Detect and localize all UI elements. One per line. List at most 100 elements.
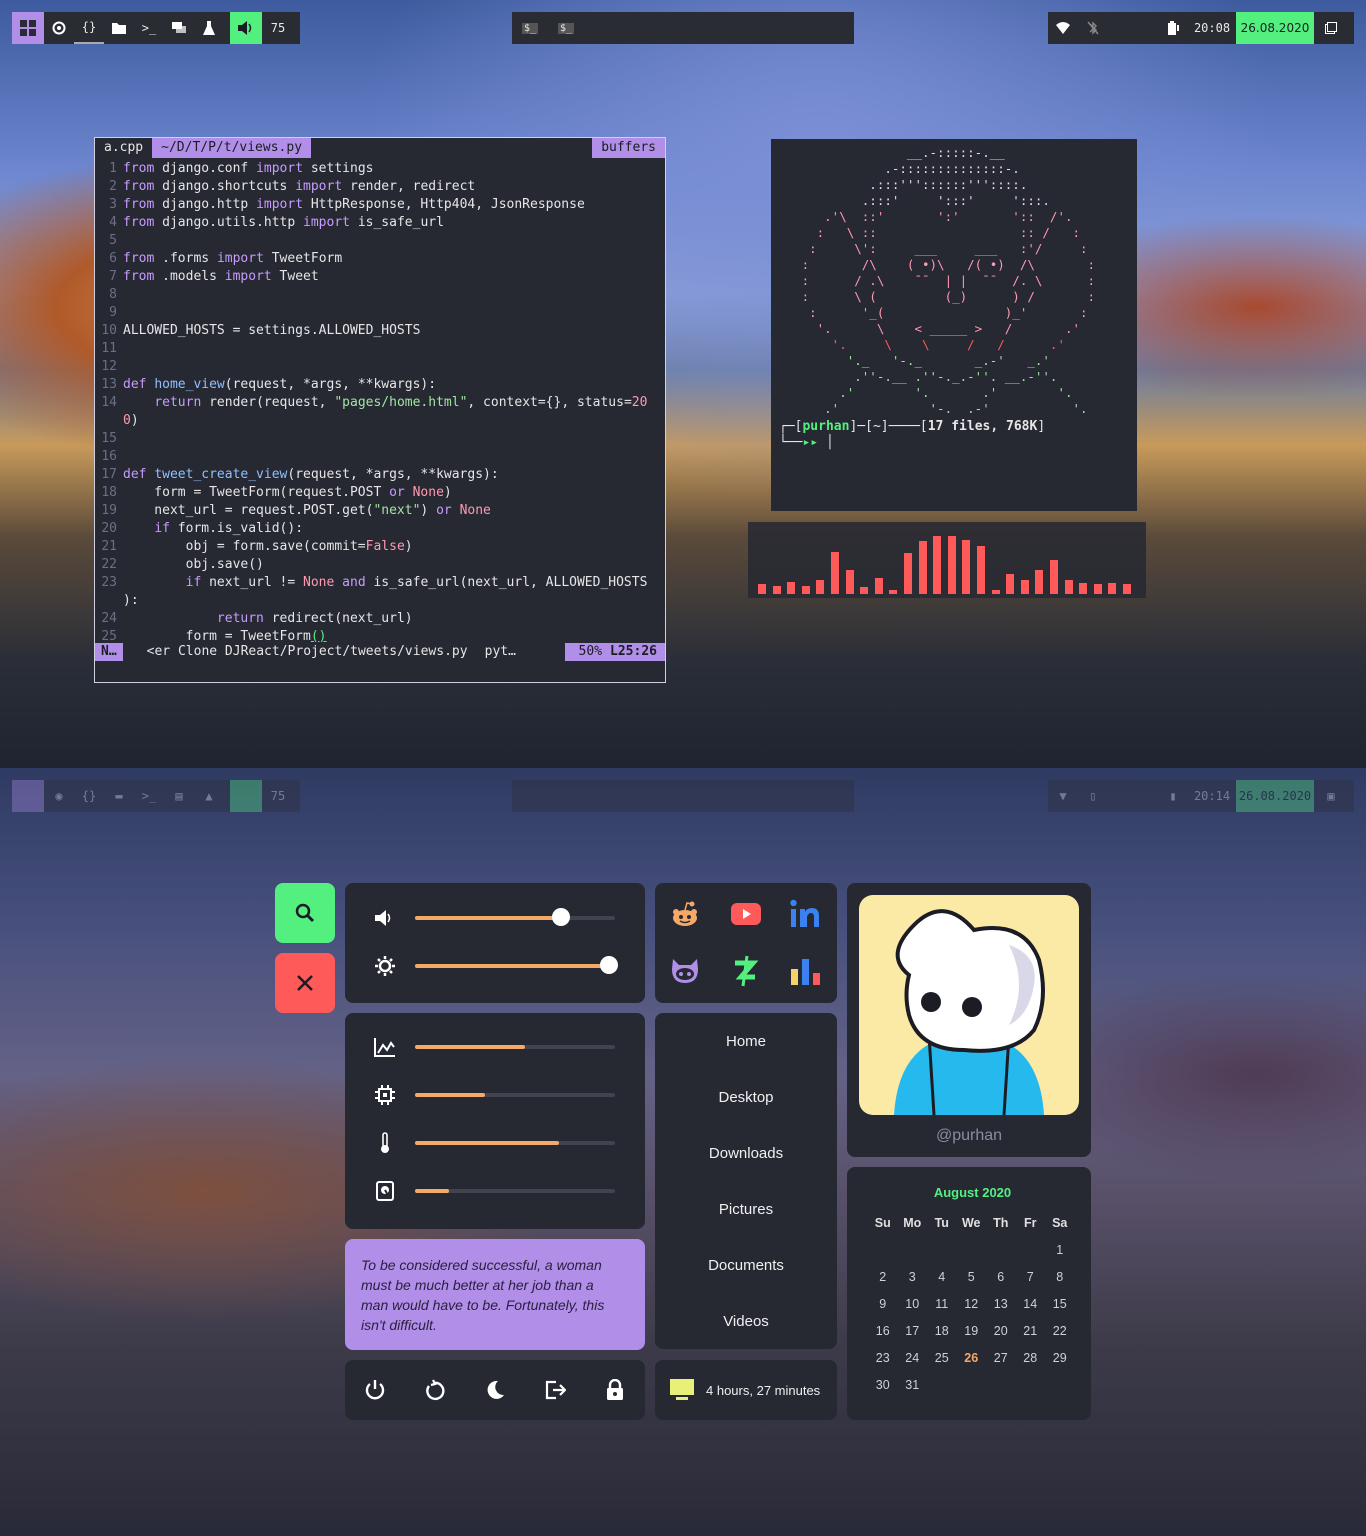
code-icon[interactable]: {} (74, 12, 104, 44)
brightness-slider[interactable] (373, 954, 618, 978)
linkedin-icon[interactable] (790, 898, 822, 934)
flask-icon[interactable] (194, 12, 224, 44)
place-downloads[interactable]: Downloads (655, 1125, 837, 1181)
calendar-day[interactable]: 6 (986, 1270, 1016, 1284)
calendar-day[interactable]: 21 (1016, 1324, 1046, 1338)
github-icon[interactable] (670, 957, 700, 989)
calendar-day[interactable]: 31 (898, 1378, 928, 1392)
youtube-icon[interactable] (731, 903, 761, 929)
folder-icon[interactable] (104, 12, 134, 44)
calendar-day[interactable]: 16 (868, 1324, 898, 1338)
place-videos[interactable]: Videos (655, 1293, 837, 1349)
terminal-task-2[interactable]: $_ (548, 12, 584, 44)
calendar-day[interactable]: 8 (1045, 1270, 1075, 1284)
place-documents[interactable]: Documents (655, 1237, 837, 1293)
moon-icon (487, 1380, 504, 1399)
tab-cpp[interactable]: a.cpp (95, 138, 152, 158)
folder-icon: ▬ (115, 789, 123, 803)
calendar-day[interactable]: 19 (957, 1324, 987, 1338)
file-type: pyt… (484, 644, 516, 659)
volume-icon (373, 906, 397, 930)
calendar-day[interactable]: 10 (898, 1297, 928, 1311)
brightness-knob[interactable] (600, 956, 618, 974)
disk-meter (373, 1179, 615, 1203)
bluetooth-off-icon[interactable] (1078, 12, 1108, 44)
calendar-day[interactable]: 25 (927, 1351, 957, 1365)
calendar-day[interactable]: 17 (898, 1324, 928, 1338)
volume-level: 75 (270, 21, 286, 35)
lock-button[interactable] (600, 1375, 630, 1405)
stats-icon[interactable] (791, 959, 821, 989)
wifi-icon[interactable] (1048, 12, 1078, 44)
calendar-day[interactable]: 13 (986, 1297, 1016, 1311)
date[interactable]: 26.08.2020 (1236, 12, 1314, 44)
power-button[interactable] (360, 1375, 390, 1405)
weekday-su: Su (874, 1215, 891, 1230)
calendar-day[interactable]: 15 (1045, 1297, 1075, 1311)
volume-knob[interactable] (552, 908, 570, 926)
zulip-icon[interactable] (733, 955, 759, 991)
clock: 20:14 (1193, 789, 1231, 803)
visualizer-bar (1079, 583, 1088, 594)
calendar-day[interactable]: 18 (927, 1324, 957, 1338)
terminal-window[interactable]: __.-:::::-.__ .-::::::::::::::-. .:::'''… (771, 139, 1137, 511)
window-icon[interactable] (1314, 12, 1348, 44)
firefox-icon[interactable] (44, 12, 74, 44)
search-button[interactable] (275, 883, 335, 943)
calendar-day[interactable]: 5 (957, 1270, 987, 1284)
calendar-day[interactable]: 22 (1045, 1324, 1075, 1338)
username: @purhan (935, 1127, 1003, 1144)
calendar-day[interactable]: 2 (868, 1270, 898, 1284)
chat-icon[interactable] (164, 12, 194, 44)
prompt-user: purhan (802, 419, 850, 434)
terminal-icon[interactable]: >_ (134, 12, 164, 44)
editor-window[interactable]: a.cpp ~/D/T/P/t/views.py buffers 1 from d… (94, 137, 666, 683)
calendar-day[interactable]: 29 (1045, 1351, 1075, 1365)
volume-slider[interactable] (373, 906, 615, 930)
calendar-day[interactable]: 27 (986, 1351, 1016, 1365)
calendar-day[interactable]: 23 (868, 1351, 898, 1365)
ram-meter (373, 1035, 615, 1059)
chart-icon (373, 1035, 397, 1059)
cursor-position: L25:26 (606, 643, 665, 661)
calendar-day[interactable]: 20 (986, 1324, 1016, 1338)
calendar-day[interactable]: 11 (927, 1297, 957, 1311)
calendar-day[interactable]: 24 (898, 1351, 928, 1365)
avatar (859, 895, 1079, 1115)
layout-icon[interactable] (12, 12, 44, 44)
calendar-day[interactable]: 14 (1016, 1297, 1046, 1311)
calendar-day[interactable]: 3 (898, 1270, 928, 1284)
terminal-task-1[interactable]: $_ (512, 12, 548, 44)
logout-button[interactable] (540, 1375, 570, 1405)
calendar-day[interactable]: 12 (957, 1297, 987, 1311)
calendar-day[interactable]: 4 (927, 1270, 957, 1284)
clock[interactable]: 20:08 (1188, 12, 1236, 44)
taskbar-left-dim: ◉ {} ▬ >_ ▤ ▲ 75 (12, 780, 300, 812)
calendar-day[interactable]: 7 (1016, 1270, 1046, 1284)
sleep-button[interactable] (480, 1375, 510, 1405)
restart-button[interactable] (420, 1375, 450, 1405)
percent: 50% (564, 643, 607, 661)
place-pictures[interactable]: Pictures (655, 1181, 837, 1237)
reddit-icon[interactable] (670, 900, 700, 934)
visualizer-bar (816, 580, 825, 594)
calendar-day[interactable]: 28 (1016, 1351, 1046, 1365)
calendar-day[interactable]: 26 (957, 1351, 987, 1365)
calendar-day[interactable]: 9 (868, 1297, 898, 1311)
close-button[interactable] (275, 953, 335, 1013)
tab-views[interactable]: ~/D/T/P/t/views.py (152, 138, 312, 158)
layout-icon (12, 780, 44, 812)
date: 26.08.2020 (1236, 780, 1314, 812)
visualizer-bar (933, 535, 942, 594)
prompt-arrow: ▸▸ (802, 435, 819, 450)
calendar-day[interactable]: 1 (1045, 1243, 1075, 1257)
place-desktop[interactable]: Desktop (655, 1069, 837, 1125)
calendar-day[interactable]: 30 (868, 1378, 898, 1392)
code-area[interactable]: 1 from django.conf import settings 2 from … (95, 158, 665, 646)
weekday-we: We (961, 1215, 981, 1230)
place-home[interactable]: Home (655, 1013, 837, 1069)
battery-charging-icon[interactable] (1158, 12, 1188, 44)
volume-icon[interactable] (230, 12, 262, 44)
prompt-input[interactable]: └──▸▸ │ (779, 435, 1129, 451)
